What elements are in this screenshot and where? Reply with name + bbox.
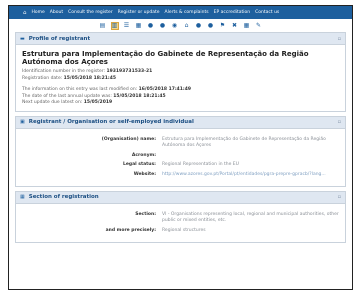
field-value: Estrutura para Implementação do Gabinete… — [162, 136, 326, 148]
chart-icon[interactable]: ▦ — [243, 22, 251, 30]
field-value: Regional structures — [162, 227, 206, 233]
last-modified-value: 16/05/2018 17:41:49 — [138, 87, 191, 92]
collapse-icon[interactable]: ▫ — [338, 194, 341, 200]
list-view-icon[interactable]: ▤ — [99, 22, 107, 30]
collapse-icon[interactable]: ▫ — [338, 119, 341, 125]
field-value: VI - Organisations representing local, r… — [162, 211, 339, 223]
people-icon[interactable]: ● — [207, 22, 215, 30]
annual-update-value: 15/05/2018 18:21:45 — [113, 93, 166, 99]
identification-number-label: Identification number in the register: — [22, 69, 106, 74]
nav-home[interactable]: Home — [32, 10, 45, 15]
identification-number-value: 193193731533-21 — [106, 69, 153, 74]
website-row: Website: http://www.azores.gov.pt/Portal… — [22, 172, 339, 178]
field-label: (Organisation) name: — [101, 136, 156, 142]
nav-contact-us[interactable]: Contact us — [255, 10, 279, 15]
field-label: Legal status: — [123, 161, 156, 167]
organisation-name-row: (Organisation) name: Estrutura para Impl… — [22, 137, 339, 149]
legal-status-row: Legal status: Regional Representation in… — [22, 162, 339, 168]
annual-update-label: The date of the last annual update was: — [22, 93, 112, 99]
nav-register-update[interactable]: Register or update — [118, 10, 160, 15]
registrant-name: Estrutura para Implementação do Gabinete… — [22, 50, 309, 66]
eye-icon[interactable]: ◉ — [171, 22, 179, 30]
bank-icon[interactable]: ⌂ — [183, 22, 191, 30]
field-value: Regional Representation in the EU — [162, 161, 239, 167]
building-icon: ▣ — [20, 119, 25, 125]
registration-date-label: Registration date: — [22, 75, 63, 81]
grid-icon: ▦ — [20, 194, 25, 200]
registrant-panel-header[interactable]: ▣ Registrant / Organisation or self-empl… — [16, 116, 345, 129]
top-navigation: ⌂ Home About Consult the register Regist… — [9, 6, 352, 19]
nav-ep-accreditation[interactable]: EP accreditation — [214, 10, 250, 15]
user-icon[interactable]: ● — [159, 22, 167, 30]
section-row: Section: VI - Organisations representing… — [22, 212, 339, 224]
browser-frame: ⌂ Home About Consult the register Regist… — [8, 5, 353, 290]
field-label: Section: — [135, 211, 156, 217]
profile-panel-title: Profile of registrant — [28, 35, 91, 42]
section-panel-header[interactable]: ▦ Section of registration ▫ — [16, 191, 345, 204]
bullet-list-icon[interactable]: ☰ — [123, 22, 131, 30]
section-panel-title: Section of registration — [28, 194, 99, 200]
last-modified-label: The information on this entry was last m… — [22, 87, 138, 92]
next-update-label: Next update due latest on: — [22, 100, 83, 105]
group-icon[interactable]: ● — [195, 22, 203, 30]
home-icon[interactable]: ⌂ — [23, 10, 27, 16]
view-toolbar: ▤ ▥ ☰ ▦ ● ● ◉ ⌂ ● ● ⚑ ✖ ▦ ✎ — [9, 19, 352, 32]
precise-section-row: and more precisely: Regional structures — [22, 228, 339, 234]
acronym-row: Acronym: — [22, 153, 339, 158]
next-update-value: 15/05/2019 — [83, 100, 113, 105]
nav-about[interactable]: About — [50, 10, 63, 15]
next-update-line: Next update due latest on: 15/05/2019 — [22, 100, 339, 107]
profile-panel: ▬ Profile of registrant ▫ Estrutura para… — [15, 32, 346, 112]
collapse-icon[interactable]: ▫ — [338, 36, 341, 42]
nav-alerts-complaints[interactable]: Alerts & complaints — [165, 10, 209, 15]
flag-icon[interactable]: ⚑ — [219, 22, 227, 30]
field-label: Website: — [133, 171, 156, 177]
field-label: and more precisely: — [105, 227, 156, 233]
section-panel: ▦ Section of registration ▫ Section: VI … — [15, 190, 346, 243]
registrant-panel-title: Registrant / Organisation or self-employ… — [28, 119, 194, 125]
cross-icon[interactable]: ✖ — [231, 22, 239, 30]
calendar-icon[interactable]: ▦ — [135, 22, 143, 30]
wrench-icon[interactable]: ✎ — [255, 22, 263, 30]
profile-panel-header[interactable]: ▬ Profile of registrant ▫ — [16, 33, 345, 45]
field-label: Acronym: — [131, 152, 156, 158]
person-icon[interactable]: ● — [147, 22, 155, 30]
registration-date-value: 15/05/2018 18:21:45 — [63, 75, 116, 81]
nav-consult-register[interactable]: Consult the register — [68, 10, 113, 15]
website-link[interactable]: http://www.azores.gov.pt/Portal/pt/entid… — [162, 172, 339, 178]
field-value — [162, 153, 339, 158]
document-view-icon[interactable]: ▥ — [110, 21, 119, 30]
id-card-icon: ▬ — [20, 35, 25, 42]
registrant-panel: ▣ Registrant / Organisation or self-empl… — [15, 115, 346, 187]
